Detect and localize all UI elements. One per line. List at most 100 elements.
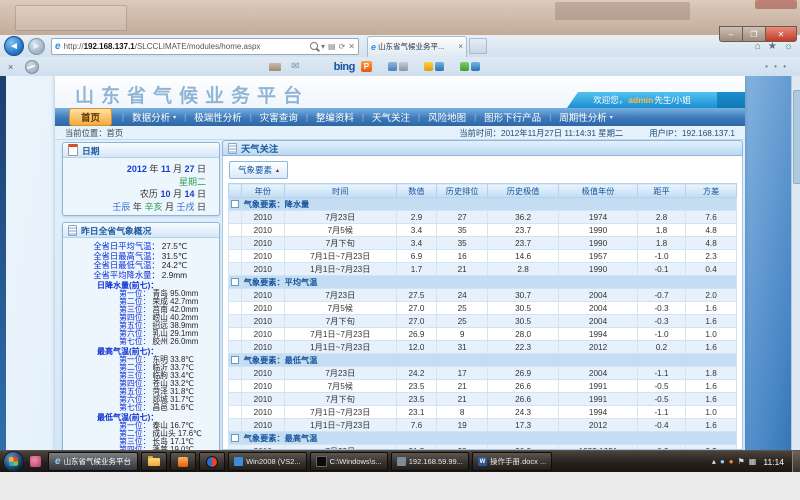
- table-cell: 27.0: [396, 302, 437, 315]
- address-bar[interactable]: e http://192.168.137.1/SLCCLIMATE/module…: [51, 38, 359, 55]
- weather-focus-body: 气象要素 ▴ 年份时间数值历史排位历史极值极值年份距平方差气象要素：降水量201…: [222, 156, 743, 450]
- taskbar-button-label: C:\Windows\s...: [330, 457, 382, 466]
- element-group-row[interactable]: 气象要素：降水量: [229, 198, 737, 211]
- table-cell: 25: [437, 315, 488, 328]
- element-group-row[interactable]: 气象要素：平均气温: [229, 276, 737, 289]
- media-icons[interactable]: [388, 62, 408, 71]
- action-center-flag-icon[interactable]: ⚑: [738, 457, 745, 466]
- gear-icon[interactable]: ☼: [784, 41, 793, 52]
- pinned-app-icon[interactable]: [30, 456, 41, 467]
- table-cell: 28.0: [488, 328, 559, 341]
- taskbar-active-window-button[interactable]: e 山东省气候业务平台: [48, 452, 138, 471]
- close-addon-bar-icon[interactable]: ×: [8, 62, 13, 72]
- browser-tab[interactable]: e 山东省气候业务平... ×: [367, 36, 467, 57]
- ie-icon: e: [55, 41, 61, 52]
- maximize-button[interactable]: ❐: [742, 26, 765, 42]
- close-button[interactable]: ✕: [765, 26, 797, 42]
- table-row[interactable]: 20107月23日27.52430.72004-0.72.0: [229, 289, 737, 302]
- element-filter-button[interactable]: 气象要素 ▴: [229, 161, 288, 179]
- explorer-button[interactable]: [141, 452, 167, 471]
- weather-icons[interactable]: [424, 62, 444, 71]
- url-path: /SLCCLIMATE/modules/home.aspx: [135, 42, 261, 51]
- table-cell: 26.9: [396, 328, 437, 341]
- chevron-down-icon[interactable]: ▾: [321, 42, 325, 51]
- table-row[interactable]: 20107月5候27.02530.52004-0.31.6: [229, 302, 737, 315]
- nav-item-0[interactable]: 首页: [69, 108, 112, 126]
- nav-item-3[interactable]: 灾害查询: [242, 110, 298, 124]
- apps-icons[interactable]: [460, 62, 480, 71]
- table-row[interactable]: 20107月1日~7月23日26.9928.01994-1.01.0: [229, 328, 737, 341]
- search-icon[interactable]: [310, 42, 318, 50]
- refresh-icon[interactable]: ⟳: [339, 42, 346, 51]
- table-row[interactable]: 20101月1日~7月23日12.03122.320120.21.6: [229, 341, 737, 354]
- bing-logo[interactable]: bing: [334, 61, 355, 73]
- expand-checkbox[interactable]: [231, 278, 239, 286]
- nav-item-6[interactable]: 风险地图: [410, 110, 466, 124]
- table-cell: 6.9: [396, 250, 437, 263]
- nav-item-2[interactable]: 极端性分析: [176, 110, 242, 124]
- taskbar-button-2[interactable]: 192.168.59.99...: [391, 452, 469, 471]
- table-row[interactable]: 20101月1日~7月23日7.61917.32012-0.41.6: [229, 419, 737, 432]
- expand-checkbox[interactable]: [231, 356, 239, 364]
- url-scheme: http://: [64, 42, 84, 51]
- nav-item-5[interactable]: 天气关注: [354, 110, 410, 124]
- nav-item-7[interactable]: 图形下行产品: [466, 110, 541, 124]
- start-button[interactable]: [3, 451, 24, 472]
- mail-icon[interactable]: ✉: [291, 61, 299, 72]
- show-desktop-button[interactable]: [792, 451, 800, 472]
- vertical-scrollbar[interactable]: [791, 76, 800, 450]
- table-row[interactable]: 20101月1日~7月23日1.7212.81990-0.10.4: [229, 263, 737, 276]
- table-row[interactable]: 20107月下旬23.52126.61991-0.51.6: [229, 393, 737, 406]
- table-cell: 1.7: [396, 263, 437, 276]
- app-media-button[interactable]: [199, 452, 225, 471]
- table-cell: 23.1: [396, 406, 437, 419]
- table-row[interactable]: 20107月1日~7月23日6.91614.61957-1.02.3: [229, 250, 737, 263]
- element-group-row[interactable]: 气象要素：最低气温: [229, 354, 737, 367]
- tab-close-icon[interactable]: ×: [458, 42, 463, 51]
- home-icon[interactable]: ⌂: [755, 41, 761, 52]
- table-cell: 2010: [241, 380, 284, 393]
- nav-item-4[interactable]: 整编资料: [298, 110, 354, 124]
- table-row[interactable]: 20107月下旬3.43523.719901.84.8: [229, 237, 737, 250]
- table-cell: 4.8: [686, 237, 737, 250]
- favorites-star-icon[interactable]: ★: [768, 41, 777, 52]
- taskbar-button-0[interactable]: Win2008 (VS2...: [228, 452, 307, 471]
- forward-button[interactable]: ►: [28, 38, 45, 55]
- page-viewport: 山东省气候业务平台 欢迎您，admin 先生/小姐 首页数据分析▾极端性分析灾害…: [0, 76, 800, 450]
- ime-icon[interactable]: ●: [720, 457, 725, 466]
- table-cell: 3.4: [396, 224, 437, 237]
- flame-icon[interactable]: ●: [729, 457, 734, 466]
- stop-icon[interactable]: ✕: [348, 42, 355, 51]
- table-cell: 1.8: [637, 224, 685, 237]
- table-row[interactable]: 20107月下旬27.02530.52004-0.31.6: [229, 315, 737, 328]
- table-cell: 2.8: [637, 211, 685, 224]
- table-cell: 1.6: [686, 419, 737, 432]
- show-hidden-icons[interactable]: ▴: [712, 457, 716, 466]
- scrollbar-thumb[interactable]: [793, 90, 800, 184]
- taskbar-button-3[interactable]: W操作手册.docx ...: [472, 452, 552, 471]
- nav-item-8[interactable]: 周期性分析▾: [541, 110, 613, 124]
- table-row[interactable]: 20107月23日24.21726.92004-1.11.8: [229, 367, 737, 380]
- table-cell: -1.1: [637, 406, 685, 419]
- app-orange-button[interactable]: [170, 452, 196, 471]
- summary-body: 全省日平均气温：27.5℃全省日最高气温：31.5℃全省日最低气温：24.2℃全…: [63, 238, 219, 450]
- table-row[interactable]: 20107月5候23.52126.61991-0.51.6: [229, 380, 737, 393]
- taskbar-button-1[interactable]: C:\Windows\s...: [310, 452, 388, 471]
- table-row[interactable]: 20107月23日2.92736.219742.87.6: [229, 211, 737, 224]
- camera-icon[interactable]: [269, 63, 281, 71]
- table-row[interactable]: 20107月5候3.43523.719901.84.8: [229, 224, 737, 237]
- more-options-icon[interactable]: • • •: [765, 62, 788, 71]
- bing-toolbar: bing P: [334, 61, 480, 73]
- back-button[interactable]: ◄: [4, 36, 24, 56]
- expand-checkbox[interactable]: [231, 434, 239, 442]
- bing-badge-icon[interactable]: P: [361, 61, 372, 72]
- network-icon[interactable]: ▦: [749, 457, 757, 466]
- table-row[interactable]: 20107月1日~7月23日23.1824.31994-1.11.0: [229, 406, 737, 419]
- expand-checkbox[interactable]: [231, 200, 239, 208]
- taskbar-clock[interactable]: 11:14: [763, 457, 784, 467]
- nav-item-1[interactable]: 数据分析▾: [114, 110, 176, 124]
- compatibility-view-icon[interactable]: ▤: [328, 42, 336, 51]
- new-tab-button[interactable]: [469, 38, 487, 54]
- minimize-button[interactable]: –: [719, 26, 742, 42]
- element-group-row[interactable]: 气象要素：最高气温: [229, 432, 737, 445]
